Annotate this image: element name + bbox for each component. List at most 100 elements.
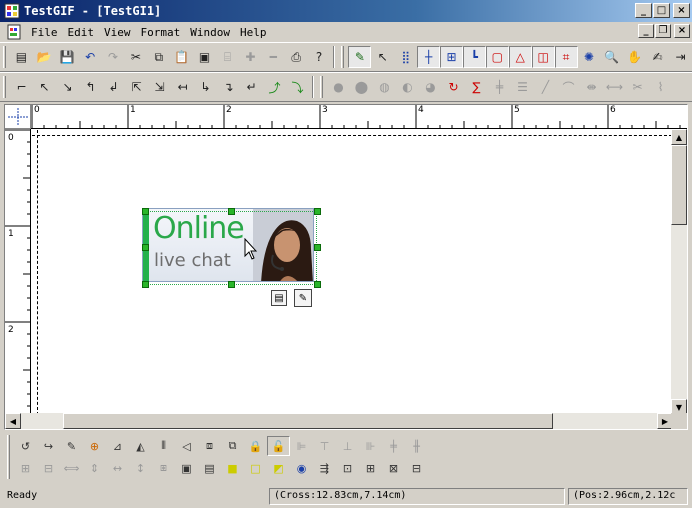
connector-3-icon[interactable]: ↘ [56, 76, 79, 98]
save-icon[interactable]: 💾 [56, 46, 79, 68]
connector-10-icon[interactable]: ↴ [217, 76, 240, 98]
blob-5-icon[interactable]: ◕ [419, 76, 442, 98]
connector-8-icon[interactable]: ↤ [171, 76, 194, 98]
distribute-icon[interactable]: ⇼ [580, 76, 603, 98]
horizontal-scrollbar[interactable]: ◀ ▶ [5, 413, 673, 429]
bring-front-icon[interactable]: ▣ [175, 458, 198, 478]
properties-icon[interactable]: ⌸ [216, 46, 239, 68]
gear-icon[interactable]: ✺ [578, 46, 601, 68]
unlock-icon[interactable]: 🔓 [267, 436, 290, 456]
rotate-icon[interactable]: ↻ [442, 76, 465, 98]
edit-node-icon[interactable]: ✎ [60, 436, 83, 456]
selection-handle[interactable] [314, 208, 321, 215]
doc-restore-button[interactable]: ❐ [655, 24, 671, 38]
doc-close-button[interactable]: × [674, 24, 690, 38]
selection-handle[interactable] [142, 244, 149, 251]
group-icon[interactable]: ⧈ [198, 436, 221, 456]
rotate-edit-icon[interactable]: ↪ [37, 436, 60, 456]
selection-handle[interactable] [228, 208, 235, 215]
connector-1-icon[interactable]: ⌐ [10, 76, 33, 98]
connector-7-icon[interactable]: ⇲ [148, 76, 171, 98]
object-properties-icon[interactable]: ▤ [271, 290, 287, 306]
hand-icon[interactable]: ✋ [623, 46, 646, 68]
toolbar-grip[interactable] [7, 457, 10, 479]
lock-icon[interactable]: 🔒 [244, 436, 267, 456]
crosshair-icon[interactable]: ┼ [417, 46, 441, 68]
blob-1-icon[interactable]: ● [327, 76, 350, 98]
redo-icon[interactable]: ↷ [102, 46, 125, 68]
triangle-left-icon[interactable]: ◁ [175, 436, 198, 456]
grid-icon[interactable]: ⣿ [394, 46, 417, 68]
stack-icon[interactable]: ⊠ [382, 458, 405, 478]
align-left-icon[interactable]: ⊫ [290, 436, 313, 456]
menu-edit[interactable]: Edit [63, 26, 100, 39]
align-center-icon[interactable]: ☰ [511, 76, 534, 98]
vertical-scrollbar[interactable]: ▲ ▼ [671, 129, 687, 415]
corner-icon[interactable]: ┗ [462, 46, 486, 68]
mirror-icon[interactable]: ⟷ [603, 76, 626, 98]
selection-handle[interactable] [142, 281, 149, 288]
menu-help[interactable]: Help [235, 26, 272, 39]
send-back-icon[interactable]: ▤ [198, 458, 221, 478]
order-icon[interactable]: ⊟ [405, 458, 428, 478]
forward-icon[interactable]: ■ [221, 458, 244, 478]
toolbar-grip[interactable] [320, 76, 323, 98]
zoom-icon[interactable]: 🔍 [600, 46, 623, 68]
fit-icon[interactable]: ⊡ [336, 458, 359, 478]
ungroup-icon[interactable]: ⧉ [221, 436, 244, 456]
merge-icon[interactable]: ⊕ [83, 436, 106, 456]
horizontal-ruler[interactable]: 0 1 2 3 4 5 6 [31, 105, 687, 129]
selection-handle[interactable] [314, 281, 321, 288]
backward-icon[interactable]: □ [244, 458, 267, 478]
connector-12-icon[interactable]: ⤴ [263, 76, 286, 98]
paste-icon[interactable]: 📋 [170, 46, 193, 68]
doc-minimize-button[interactable]: _ [638, 24, 654, 38]
table-icon[interactable]: ⊞ [440, 46, 463, 68]
selection-handle[interactable] [228, 281, 235, 288]
connector-9-icon[interactable]: ↳ [194, 76, 217, 98]
paste-special-icon[interactable]: ▣ [193, 46, 216, 68]
arc-tool-icon[interactable]: ⌒ [557, 76, 580, 98]
blob-3-icon[interactable]: ◍ [373, 76, 396, 98]
cut-icon[interactable]: ✂ [124, 46, 147, 68]
menu-view[interactable]: View [99, 26, 136, 39]
copy-icon[interactable]: ⧉ [147, 46, 170, 68]
menu-format[interactable]: Format [136, 26, 186, 39]
toolbar-grip[interactable] [3, 76, 6, 98]
align-top-icon[interactable]: ⊤ [313, 436, 336, 456]
frame-icon[interactable]: ⌗ [554, 46, 578, 68]
arrange-icon[interactable]: ⇶ [313, 458, 336, 478]
height-icon[interactable]: ⇕ [83, 458, 106, 478]
more-icon[interactable]: ⌇ [649, 76, 672, 98]
help-icon[interactable]: ? [308, 46, 331, 68]
same-width-icon[interactable]: ↔ [106, 458, 129, 478]
scissors-icon[interactable]: ✂ [626, 76, 649, 98]
vertical-ruler[interactable]: 0 1 2 [5, 129, 31, 429]
maximize-button[interactable]: □ [653, 3, 670, 18]
split-icon[interactable]: ╪ [488, 76, 511, 98]
undo-icon[interactable]: ↶ [79, 46, 102, 68]
blob-4-icon[interactable]: ◐ [396, 76, 419, 98]
open-icon[interactable]: 📂 [33, 46, 56, 68]
horizontal-scroll-thumb[interactable] [63, 413, 553, 429]
note-icon[interactable]: ✍ [646, 46, 669, 68]
color-icon[interactable]: ◉ [290, 458, 313, 478]
minimize-button[interactable]: _ [635, 3, 652, 18]
print-icon[interactable]: ⎙ [285, 46, 308, 68]
fill-icon[interactable]: ◩ [267, 458, 290, 478]
toolbar-grip[interactable] [7, 435, 10, 457]
toolbar-grip[interactable] [3, 46, 6, 68]
align-right-icon[interactable]: ⊪ [359, 436, 382, 456]
blob-2-icon[interactable]: ⬤ [350, 76, 373, 98]
connector-4-icon[interactable]: ↰ [79, 76, 102, 98]
align-center-icon[interactable]: ╫ [405, 436, 428, 456]
connector-2-icon[interactable]: ↖ [33, 76, 56, 98]
rectangle-icon[interactable]: ▢ [485, 46, 509, 68]
pointer-tool-icon[interactable]: ↖ [371, 46, 394, 68]
drawing-canvas[interactable]: Online live chat ▤ ✎ [32, 130, 672, 415]
space-v-icon[interactable]: ⊟ [37, 458, 60, 478]
vertical-scroll-thumb[interactable] [671, 145, 687, 225]
warp-icon[interactable]: ∑ [465, 76, 488, 98]
connector-5-icon[interactable]: ↲ [102, 76, 125, 98]
connector-6-icon[interactable]: ⇱ [125, 76, 148, 98]
